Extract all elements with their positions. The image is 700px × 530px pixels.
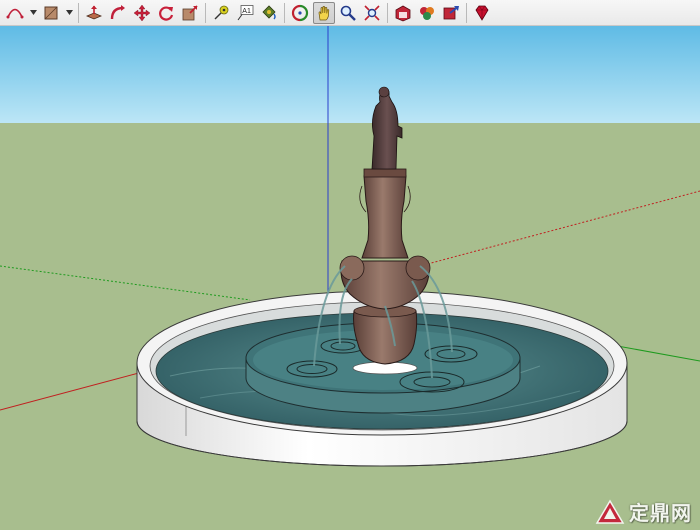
toolbar-separator [205,2,206,23]
push-pull-icon [85,5,103,19]
toolbar-separator [284,2,285,23]
toolbar-separator [78,2,79,23]
paint-bucket-icon [262,4,276,19]
follow-me-tool-button[interactable] [107,2,129,24]
svg-text:A1: A1 [242,8,251,15]
tape-measure-icon [214,5,229,19]
3d-warehouse-icon [395,5,411,21]
components-tool-button[interactable] [416,2,438,24]
orbit-tool-button[interactable] [289,2,311,24]
watermark-text: 定鼎网 [629,501,692,525]
arc-tool-dropdown[interactable] [28,2,38,24]
rectangle-tool-dropdown[interactable] [64,2,74,24]
scale-tool-button[interactable] [179,2,201,24]
ruby-console-tool-button[interactable] [471,2,493,24]
share-model-tool-button[interactable] [440,2,462,24]
rectangle-icon [44,6,58,19]
scene-canvas[interactable] [0,26,700,530]
zoom-extents-icon [364,4,380,21]
warehouse-tool-button[interactable] [392,2,414,24]
toolbar-separator [387,2,388,23]
zoom-tool-button[interactable] [337,2,359,24]
model-viewport[interactable]: 定鼎网 [0,26,700,530]
orbit-icon [291,4,309,21]
pan-hand-icon [318,5,330,20]
tape-measure-tool-button[interactable] [210,2,232,24]
toolbar-separator [466,2,467,23]
text-tool-button[interactable]: A1 [234,2,256,24]
components-icon [420,6,434,20]
watermark: 定鼎网 [595,497,692,526]
ruby-icon [475,5,489,21]
rotate-tool-button[interactable] [155,2,177,24]
pan-tool-button[interactable] [313,1,335,24]
scale-icon [182,4,198,20]
watermark-logo-icon [595,499,625,524]
arc-tool-button[interactable] [4,2,26,24]
zoom-extents-tool-button[interactable] [361,2,383,24]
sketchup-window: A1 定鼎网 [0,0,700,530]
follow-me-icon [110,4,125,19]
main-toolbar: A1 [0,0,700,26]
push-pull-tool-button[interactable] [83,2,105,24]
paint-bucket-tool-button[interactable] [258,2,280,24]
dropdown-arrow-icon [29,10,37,15]
rotate-icon [159,5,174,21]
rectangle-tool-button[interactable] [40,2,62,24]
zoom-icon [340,5,356,21]
dropdown-arrow-icon [65,10,73,15]
move-icon [133,4,151,21]
pedestal-column [361,175,409,259]
move-tool-button[interactable] [131,2,153,24]
share-model-icon [443,5,459,19]
text-icon: A1 [237,4,254,20]
sky [0,26,700,123]
arc-icon [6,8,24,18]
